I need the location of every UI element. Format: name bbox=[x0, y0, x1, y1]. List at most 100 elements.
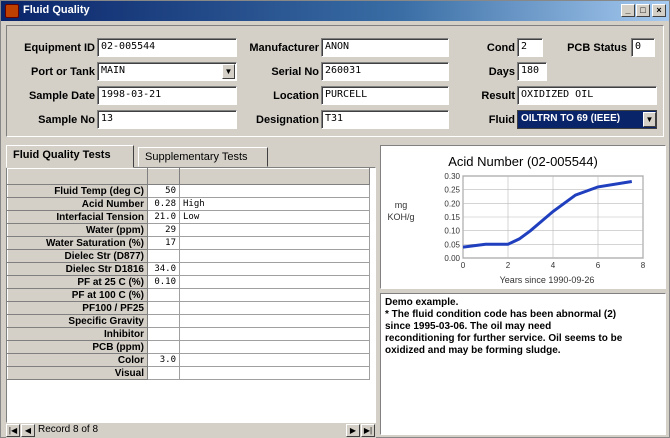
test-status-cell bbox=[179, 236, 370, 250]
app-icon bbox=[5, 4, 19, 18]
fluid-select[interactable]: OILTRN TO 69 (IEEE) bbox=[517, 110, 657, 129]
chart-xtick-label: 2 bbox=[506, 261, 511, 270]
table-row[interactable]: PCB (ppm) bbox=[7, 340, 370, 354]
test-value-cell[interactable]: 3.0 bbox=[147, 353, 180, 367]
test-value-cell[interactable] bbox=[147, 366, 180, 380]
test-status-cell bbox=[179, 275, 370, 289]
table-row[interactable]: Inhibitor bbox=[7, 327, 370, 341]
test-value-cell[interactable] bbox=[147, 249, 180, 263]
table-row[interactable]: Dielec Str D1816 34.0 bbox=[7, 262, 370, 276]
pcb-status-label: PCB Status bbox=[567, 42, 627, 54]
header-panel: Equipment ID 02-005544 Port or Tank MAIN… bbox=[6, 25, 664, 137]
tab-supplementary-tests[interactable]: Supplementary Tests bbox=[138, 147, 268, 167]
last-record-button[interactable]: ▶| bbox=[361, 424, 375, 437]
test-parameter-label: PF at 100 C (%) bbox=[7, 288, 148, 302]
test-parameter-label: Inhibitor bbox=[7, 327, 148, 341]
test-parameter-label: Water Saturation (%) bbox=[7, 236, 148, 250]
chart-ytick-label: 0.10 bbox=[444, 227, 460, 236]
chart-xlabel: Years since 1990-09-26 bbox=[500, 275, 595, 285]
test-value-cell[interactable] bbox=[147, 327, 180, 341]
table-row[interactable]: Visual bbox=[7, 366, 370, 380]
test-value-cell[interactable]: 50 bbox=[147, 184, 180, 198]
test-parameter-label: Fluid Temp (deg C) bbox=[7, 184, 148, 198]
manufacturer-field[interactable]: ANON bbox=[321, 38, 449, 57]
chevron-down-icon[interactable]: ▼ bbox=[643, 112, 656, 127]
window-title: Fluid Quality bbox=[23, 4, 90, 16]
test-value-cell[interactable]: 0.10 bbox=[147, 275, 180, 289]
days-field[interactable]: 180 bbox=[517, 62, 547, 81]
test-value-cell[interactable]: 21.0 bbox=[147, 210, 180, 224]
test-status-cell bbox=[179, 366, 370, 380]
equipment-id-field[interactable]: 02-005544 bbox=[97, 38, 237, 57]
chevron-down-icon[interactable]: ▼ bbox=[222, 64, 235, 79]
test-value-cell[interactable] bbox=[147, 340, 180, 354]
note-line: Demo example. bbox=[385, 297, 459, 308]
table-row[interactable]: PF at 100 C (%) bbox=[7, 288, 370, 302]
test-parameter-label: Acid Number bbox=[7, 197, 148, 211]
prev-record-button[interactable]: ◀ bbox=[21, 424, 35, 437]
test-parameter-label: PF100 / PF25 bbox=[7, 301, 148, 315]
test-value-cell[interactable]: 0.28 bbox=[147, 197, 180, 211]
next-record-button[interactable]: ▶ bbox=[346, 424, 360, 437]
test-status-cell: Low bbox=[179, 210, 370, 224]
table-row[interactable]: Specific Gravity bbox=[7, 314, 370, 328]
port-or-tank-combo[interactable]: MAIN bbox=[97, 62, 237, 81]
test-grid-table: Fluid Temp (deg C) 50 Acid Number 0.28 High I… bbox=[7, 168, 370, 380]
tab-fluid-quality-tests[interactable]: Fluid Quality Tests bbox=[6, 145, 134, 168]
test-parameter-label: Dielec Str D1816 bbox=[7, 262, 148, 276]
note-line: reconditioning for further service. Oil … bbox=[385, 333, 623, 344]
result-label: Result bbox=[481, 90, 515, 102]
test-value-cell[interactable] bbox=[147, 314, 180, 328]
table-row[interactable]: PF100 / PF25 bbox=[7, 301, 370, 315]
pcb-status-field[interactable]: 0 bbox=[631, 38, 655, 57]
chart-ylabel: mg bbox=[395, 200, 408, 210]
table-row[interactable]: Water (ppm) 29 bbox=[7, 223, 370, 237]
note-line: * The fluid condition code has been abno… bbox=[385, 309, 617, 320]
test-parameter-label: Visual bbox=[7, 366, 148, 380]
test-value-cell[interactable]: 17 bbox=[147, 236, 180, 250]
location-field[interactable]: PURCELL bbox=[321, 86, 449, 105]
test-parameter-label: Water (ppm) bbox=[7, 223, 148, 237]
first-record-button[interactable]: |◀ bbox=[6, 424, 20, 437]
test-status-cell bbox=[179, 249, 370, 263]
minimize-button[interactable]: _ bbox=[621, 4, 635, 17]
table-row[interactable]: Acid Number 0.28 High bbox=[7, 197, 370, 211]
table-row[interactable]: PF at 25 C (%) 0.10 bbox=[7, 275, 370, 289]
sample-no-label: Sample No bbox=[38, 114, 95, 126]
note-line: oxidized and may be forming sludge. bbox=[385, 345, 561, 356]
sample-no-field[interactable]: 13 bbox=[97, 110, 237, 129]
chart-xtick-label: 8 bbox=[641, 261, 646, 270]
test-status-cell: High bbox=[179, 197, 370, 211]
table-row[interactable]: Interfacial Tension 21.0 Low bbox=[7, 210, 370, 224]
test-value-cell[interactable]: 29 bbox=[147, 223, 180, 237]
test-parameter-label: Dielec Str (D877) bbox=[7, 249, 148, 263]
table-row[interactable]: Water Saturation (%) 17 bbox=[7, 236, 370, 250]
chart-svg: Acid Number (02-005544) mg KOH/g Years s… bbox=[387, 154, 645, 285]
chart-ticks: 0.00 0.05 0.10 0.15 0.20 0.25 0.30 0 2 4 6 8 bbox=[444, 172, 645, 270]
chart-ytick-label: 0.15 bbox=[444, 213, 460, 222]
table-row[interactable]: Fluid Temp (deg C) 50 bbox=[7, 184, 370, 198]
sample-date-label: Sample Date bbox=[28, 90, 95, 102]
test-value-cell[interactable] bbox=[147, 288, 180, 302]
test-status-cell bbox=[179, 223, 370, 237]
condition-note: Demo example. * The fluid condition code… bbox=[380, 293, 666, 435]
serial-no-field[interactable]: 260031 bbox=[321, 62, 449, 81]
test-parameter-label: PF at 25 C (%) bbox=[7, 275, 148, 289]
cond-field[interactable]: 2 bbox=[517, 38, 543, 57]
test-status-cell bbox=[179, 301, 370, 315]
cond-label: Cond bbox=[486, 42, 515, 54]
designation-label: Designation bbox=[256, 114, 319, 126]
fluid-quality-window: Fluid Quality _ □ × Equipment ID 02-0055… bbox=[0, 0, 670, 438]
maximize-button[interactable]: □ bbox=[636, 4, 650, 17]
designation-field[interactable]: T31 bbox=[321, 110, 449, 129]
table-row[interactable]: Dielec Str (D877) bbox=[7, 249, 370, 263]
test-value-cell[interactable]: 34.0 bbox=[147, 262, 180, 276]
record-counter: Record 8 of 8 bbox=[38, 424, 99, 435]
sample-date-field[interactable]: 1998-03-21 bbox=[97, 86, 237, 105]
result-field[interactable]: OXIDIZED OIL bbox=[517, 86, 657, 105]
test-value-cell[interactable] bbox=[147, 301, 180, 315]
table-row[interactable]: Color 3.0 bbox=[7, 353, 370, 367]
test-status-cell bbox=[179, 262, 370, 276]
close-button[interactable]: × bbox=[652, 4, 666, 17]
chart-ylabel-unit: KOH/g bbox=[387, 212, 414, 222]
